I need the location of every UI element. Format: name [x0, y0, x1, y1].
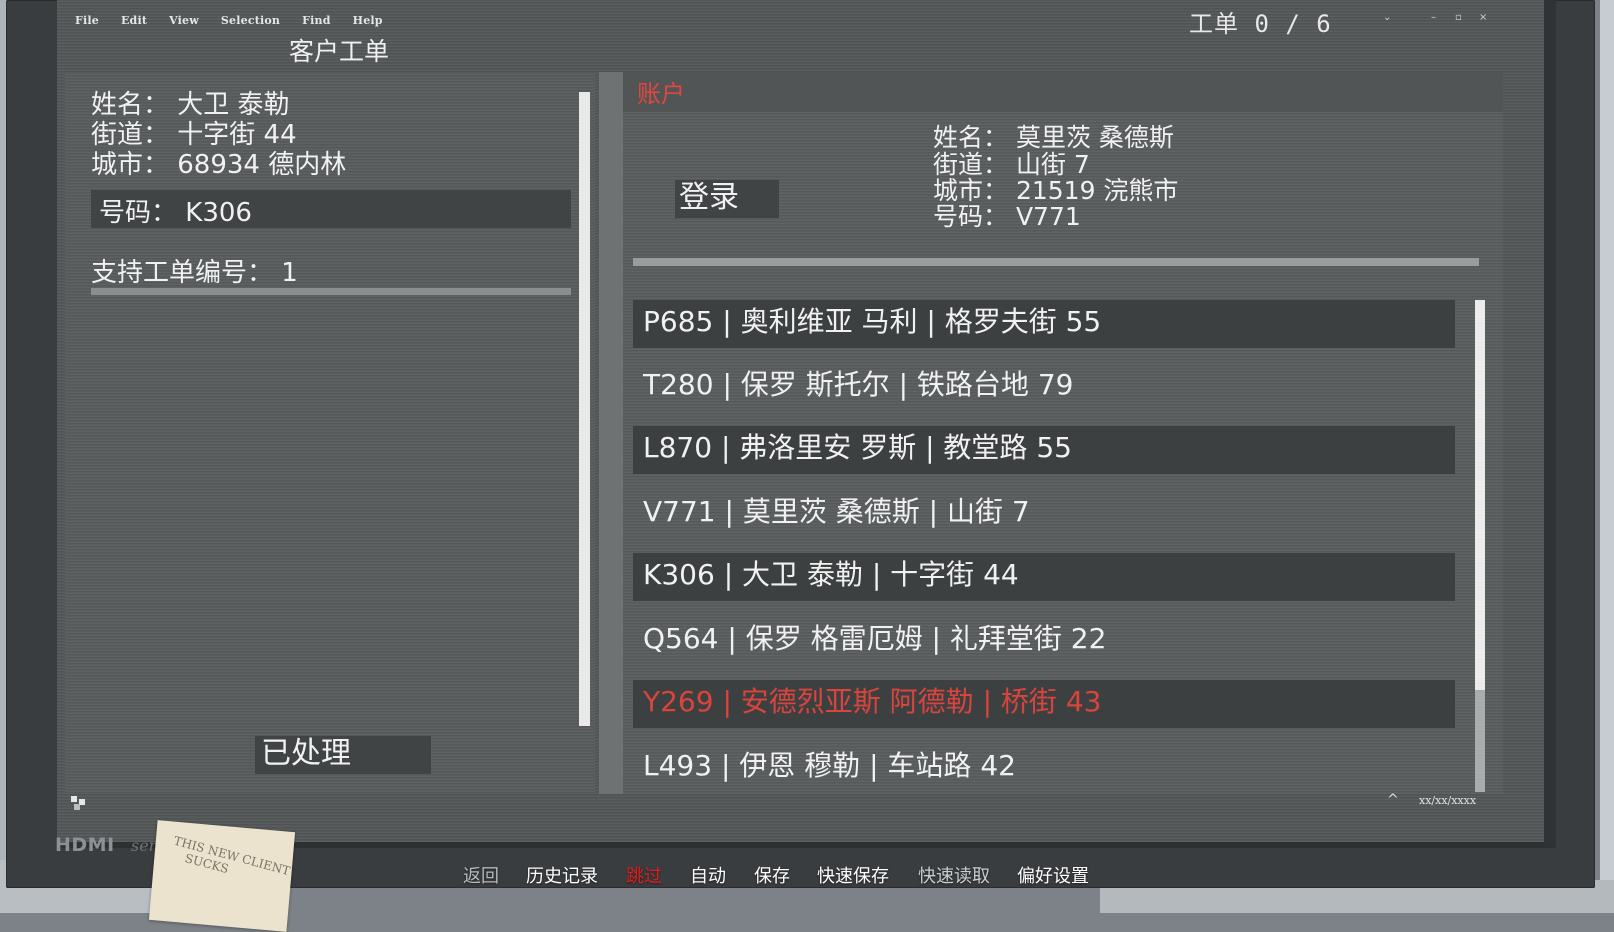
account-header: [623, 72, 1503, 112]
history-button[interactable]: 历史记录: [526, 862, 598, 888]
restore-icon[interactable]: ▫: [1455, 12, 1462, 23]
scrollbar[interactable]: [579, 92, 590, 726]
save-button[interactable]: 保存: [754, 862, 790, 888]
quick-menu: 返回 历史记录 跳过 自动 保存 快速保存 快速读取 偏好设置: [460, 862, 1160, 888]
chevron-down-icon[interactable]: ⌄: [1383, 12, 1391, 23]
monitor-screen: File Edit View Selection Find Help 客户工单 …: [57, 0, 1556, 848]
menu-edit[interactable]: Edit: [121, 14, 147, 27]
list-item[interactable]: K306 | 大卫 泰勒 | 十字街 44: [633, 553, 1455, 601]
quick-save-button[interactable]: 快速保存: [817, 862, 889, 888]
minimize-icon[interactable]: –: [1431, 12, 1436, 23]
account-label: 账户: [637, 80, 685, 108]
page-title: 客户工单: [289, 37, 390, 66]
menu-selection[interactable]: Selection: [221, 14, 280, 27]
divider: [633, 258, 1479, 266]
skip-button[interactable]: 跳过: [626, 862, 662, 888]
menu-file[interactable]: File: [75, 14, 99, 27]
list-item[interactable]: T280 | 保罗 斯托尔 | 铁路台地 79: [633, 363, 1455, 411]
panel-splitter[interactable]: [599, 72, 623, 794]
account-name: 姓名： 莫里茨 桑德斯: [933, 123, 1174, 152]
menu-help[interactable]: Help: [353, 14, 383, 27]
ticket-counter: 工单 0 / 6: [1189, 10, 1332, 38]
customer-id-box: 号码： K306: [91, 190, 571, 228]
list-item[interactable]: L870 | 弗洛里安 罗斯 | 教堂路 55: [633, 426, 1455, 474]
chevron-up-icon[interactable]: ^: [1387, 792, 1399, 808]
processed-button[interactable]: 已处理: [255, 736, 431, 774]
close-icon[interactable]: ×: [1479, 12, 1487, 23]
sticky-note-text: THIS NEW CLIENT SUCKS: [168, 833, 292, 879]
grid-icon[interactable]: [71, 796, 85, 810]
monitor-brand-logo: HDMI: [55, 834, 115, 856]
scrollbar-thumb[interactable]: [1475, 300, 1485, 690]
account-panel: 账户 登录 姓名： 莫里茨 桑德斯 街道： 山街 7 城市： 21519 浣熊市…: [623, 72, 1503, 794]
quick-load-button[interactable]: 快速读取: [918, 862, 990, 888]
customer-panel: 姓名： 大卫 泰勒 街道： 十字街 44 城市： 68934 德内林 号码： K…: [65, 72, 595, 792]
auto-button[interactable]: 自动: [690, 862, 726, 888]
list-item[interactable]: P685 | 奥利维亚 马利 | 格罗夫街 55: [633, 300, 1455, 348]
divider: [91, 288, 571, 295]
customer-id: 号码： K306: [99, 198, 252, 228]
account-city: 城市： 21519 浣熊市: [933, 176, 1179, 205]
account-street: 街道： 山街 7: [933, 150, 1090, 179]
list-item[interactable]: V771 | 莫里茨 桑德斯 | 山街 7: [633, 490, 1455, 538]
account-id: 号码： V771: [933, 202, 1081, 231]
background-right: [1600, 0, 1614, 913]
list-item[interactable]: Y269 | 安德烈亚斯 阿德勒 | 桥街 43: [633, 680, 1455, 728]
list-item[interactable]: Q564 | 保罗 格雷厄姆 | 礼拜堂街 22: [633, 617, 1455, 665]
menu-find[interactable]: Find: [302, 14, 330, 27]
monitor-bezel: File Edit View Selection Find Help 客户工单 …: [6, 0, 1595, 888]
list-item[interactable]: L493 | 伊恩 穆勒 | 车站路 42: [633, 744, 1455, 792]
status-date: xx/xx/xxxx: [1419, 794, 1477, 807]
login-button[interactable]: 登录: [675, 180, 779, 218]
support-ticket-number: 支持工单编号： 1: [91, 258, 298, 288]
back-button[interactable]: 返回: [463, 862, 499, 888]
preferences-button[interactable]: 偏好设置: [1017, 862, 1089, 888]
menu-view[interactable]: View: [169, 14, 199, 27]
customer-city: 城市： 68934 德内林: [91, 150, 347, 180]
sticky-note: THIS NEW CLIENT SUCKS: [148, 820, 296, 932]
menu-bar: File Edit View Selection Find Help: [75, 14, 405, 27]
